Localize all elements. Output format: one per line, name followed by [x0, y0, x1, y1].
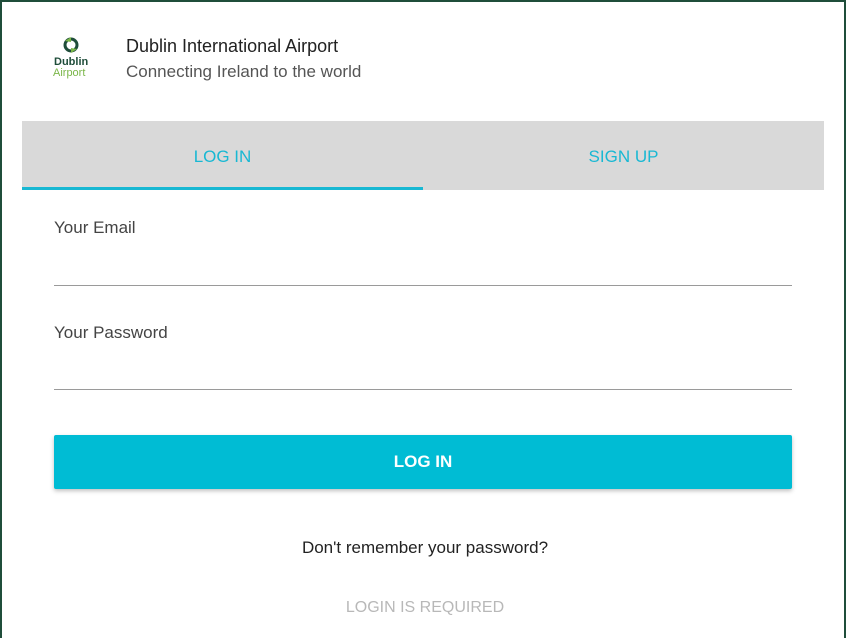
tab-log-in[interactable]: LOG IN: [22, 121, 423, 190]
login-window: Dublin Airport Dublin International Airp…: [0, 0, 846, 638]
brand-subtitle: Connecting Ireland to the world: [126, 62, 362, 81]
airport-logo: Dublin Airport: [52, 36, 104, 92]
password-field[interactable]: [54, 359, 792, 390]
header: Dublin Airport Dublin International Airp…: [52, 34, 752, 94]
forgot-password-link[interactable]: Don't remember your password?: [2, 538, 846, 558]
email-field[interactable]: [54, 255, 792, 286]
active-tab-indicator: [22, 187, 423, 190]
dublin-airport-logo-icon: [63, 37, 79, 53]
brand-title: Dublin International Airport: [126, 36, 339, 56]
email-label: Your Email: [54, 218, 136, 237]
log-in-button[interactable]: LOG IN: [54, 435, 792, 489]
password-label: Your Password: [54, 323, 168, 342]
tab-sign-up[interactable]: SIGN UP: [423, 121, 824, 190]
logo-text-airport: Airport: [53, 67, 86, 79]
auth-tabs: LOG IN SIGN UP: [22, 121, 824, 190]
login-status-text: LOGIN IS REQUIRED: [345, 599, 505, 616]
